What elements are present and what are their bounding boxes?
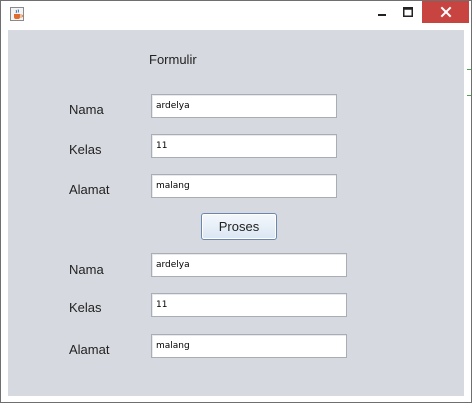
background-window-edge bbox=[467, 95, 471, 96]
close-button[interactable] bbox=[422, 1, 469, 23]
kelas-label: Kelas bbox=[69, 142, 102, 157]
title-bar[interactable] bbox=[1, 1, 471, 29]
output-alamat-label: Alamat bbox=[69, 342, 110, 357]
background-window-edge bbox=[467, 69, 471, 70]
output-nama-label: Nama bbox=[69, 262, 104, 277]
maximize-button[interactable] bbox=[397, 1, 419, 23]
minimize-icon bbox=[378, 14, 386, 16]
close-icon bbox=[440, 6, 451, 18]
alamat-label: Alamat bbox=[69, 182, 110, 197]
output-nama-field[interactable] bbox=[151, 253, 347, 277]
kelas-input[interactable] bbox=[151, 134, 337, 158]
minimize-button[interactable] bbox=[371, 1, 393, 23]
output-kelas-label: Kelas bbox=[69, 300, 102, 315]
form-heading: Formulir bbox=[149, 52, 197, 67]
output-alamat-field[interactable] bbox=[151, 334, 347, 358]
app-window: Formulir Nama Kelas Alamat Proses Nama K… bbox=[0, 0, 472, 403]
proses-button[interactable]: Proses bbox=[201, 213, 277, 240]
maximize-icon bbox=[403, 7, 413, 17]
nama-label: Nama bbox=[69, 102, 104, 117]
alamat-input[interactable] bbox=[151, 174, 337, 198]
java-cup-icon[interactable] bbox=[10, 7, 24, 21]
nama-input[interactable] bbox=[151, 94, 337, 118]
output-kelas-field[interactable] bbox=[151, 293, 347, 317]
form-panel: Formulir Nama Kelas Alamat Proses Nama K… bbox=[8, 30, 464, 396]
